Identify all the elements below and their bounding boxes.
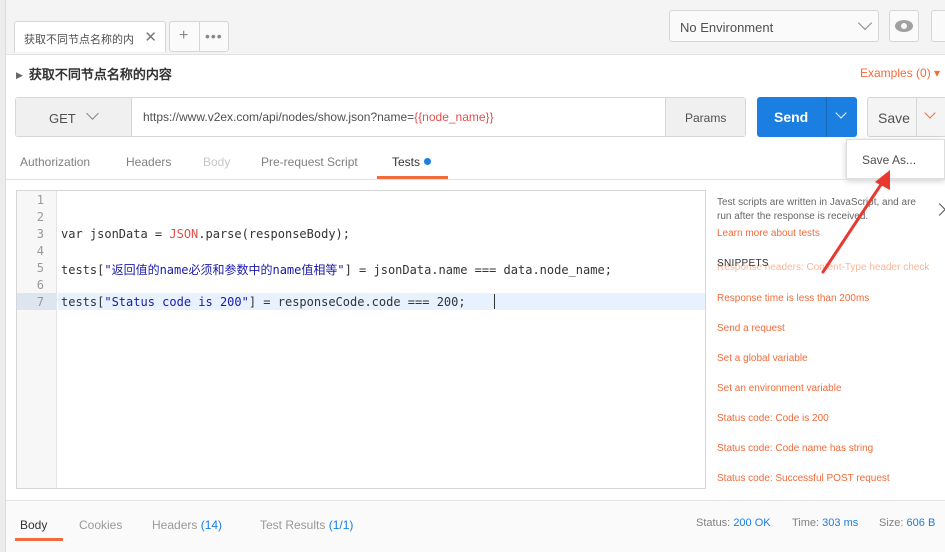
url-bar: GET https://www.v2ex.com/api/nodes/show.… <box>15 97 746 137</box>
tab-response-body[interactable]: Body <box>20 518 47 532</box>
code-text: .parse(responseBody); <box>198 227 350 241</box>
code-string: "返回值的name必须和参数中的name值相等" <box>104 263 345 277</box>
response-bar: Body Cookies Headers (14) Test Results (… <box>6 500 945 552</box>
line-number: 4 <box>36 244 44 258</box>
close-icon[interactable]: ✕ <box>144 28 157 46</box>
code-text: tests[ <box>61 263 105 277</box>
divider <box>6 179 945 180</box>
tab-test-results[interactable]: Test Results (1/1) <box>260 518 353 532</box>
divider <box>916 98 917 136</box>
snippet-item[interactable]: Set an environment variable <box>717 383 842 394</box>
request-tabs: Authorization Headers Body Pre-request S… <box>6 146 806 180</box>
manage-environments-button[interactable] <box>931 10 945 42</box>
code-string: "Status code is 200" <box>104 295 249 309</box>
save-as-menu-item[interactable]: Save As... <box>862 153 916 167</box>
params-label: Params <box>685 111 727 125</box>
status-readout: Status: 200 OK <box>696 517 771 529</box>
tests-code-editor[interactable]: 1 2 3 4 5 6 7 var jsonData = JSON.parse(… <box>16 190 706 489</box>
divider <box>199 22 200 51</box>
save-label: Save <box>878 110 910 126</box>
snippet-item[interactable]: Set a global variable <box>717 353 808 364</box>
request-name: 获取不同节点名称的内容 <box>28 67 172 82</box>
code-text: tests[ <box>61 295 105 309</box>
tab-label: Test Results <box>260 518 326 532</box>
snippet-item[interactable]: Status code: Successful POST request <box>717 473 890 484</box>
tab-tests-label: Tests <box>392 155 421 169</box>
learn-more-link[interactable]: Learn more about tests <box>717 228 820 239</box>
status-label: Status: <box>696 517 731 529</box>
active-tab-indicator <box>15 538 63 541</box>
chevron-down-icon <box>86 107 99 120</box>
send-label: Send <box>774 109 809 125</box>
divider <box>826 97 827 137</box>
request-title[interactable]: ▶ 获取不同节点名称的内容 <box>16 64 172 83</box>
tab-response-cookies[interactable]: Cookies <box>79 518 122 532</box>
examples-label: Examples (0) <box>860 66 931 80</box>
line-number: 7 <box>36 295 44 309</box>
eye-icon <box>895 20 913 32</box>
tab-label: Headers <box>152 518 198 532</box>
caret-down-icon: ▾ <box>934 66 941 80</box>
tab-response-headers[interactable]: Headers (14) <box>152 518 222 532</box>
tab-authorization[interactable]: Authorization <box>20 155 90 169</box>
annotation-arrow-icon <box>821 170 890 274</box>
code-text: var jsonData = <box>61 227 170 241</box>
snippet-item[interactable]: Status code: Code is 200 <box>717 413 829 424</box>
line-number: 5 <box>36 261 44 275</box>
sidebar-edge <box>0 0 6 552</box>
tab-body[interactable]: Body <box>203 155 230 169</box>
tab-pre-request-script[interactable]: Pre-request Script <box>261 155 358 169</box>
save-button[interactable]: Save <box>867 97 945 137</box>
code-text: ] = responseCode.code === 200; <box>248 295 466 309</box>
method-select[interactable]: GET <box>16 98 132 136</box>
size-value: 606 B <box>906 517 936 529</box>
line-number: 1 <box>36 193 44 207</box>
environment-quick-look-button[interactable] <box>889 10 919 42</box>
url-text: https://www.v2ex.com/api/nodes/show.json… <box>143 110 415 124</box>
line-number: 3 <box>36 227 44 241</box>
request-tab[interactable]: 获取不同节点名称的内 ✕ <box>14 21 166 52</box>
caret-right-icon[interactable]: ▶ <box>16 70 23 81</box>
tests-indicator-dot <box>424 158 432 165</box>
line-number: 6 <box>36 278 44 292</box>
snippet-item[interactable]: Send a request <box>717 323 785 334</box>
time-readout: Time: 303 ms <box>792 517 858 529</box>
send-button[interactable]: Send <box>757 97 857 137</box>
tab-tests[interactable]: Tests <box>392 155 432 169</box>
examples-dropdown[interactable]: Examples (0) ▾ <box>860 66 940 80</box>
more-icon[interactable]: ••• <box>205 28 223 44</box>
chevron-down-icon <box>857 15 873 31</box>
code-line-7: tests["Status code is 200"] = responseCo… <box>61 295 466 309</box>
plus-icon[interactable]: + <box>179 27 188 45</box>
code-line-3: var jsonData = JSON.parse(responseBody); <box>61 227 350 241</box>
line-number: 2 <box>36 210 44 224</box>
code-text: ] = jsonData.name === data.node_name; <box>344 263 612 277</box>
time-label: Time: <box>792 517 820 529</box>
time-value: 303 ms <box>822 517 859 529</box>
params-button[interactable]: Params <box>665 98 745 136</box>
chevron-down-icon[interactable] <box>835 107 847 119</box>
tab-count: (1/1) <box>328 518 354 532</box>
snippet-item[interactable]: Response time is less than 200ms <box>717 293 869 304</box>
text-cursor <box>494 294 495 309</box>
url-input[interactable]: https://www.v2ex.com/api/nodes/show.json… <box>143 110 494 124</box>
tab-controls: + ••• <box>169 21 229 52</box>
environment-select-value: No Environment <box>680 20 774 35</box>
tab-count: (14) <box>200 518 223 532</box>
status-value: 200 OK <box>733 517 771 529</box>
snippets-heading: SNIPPETS <box>717 258 769 269</box>
request-tab-label: 获取不同节点名称的内 <box>24 34 134 46</box>
size-label: Size: <box>879 517 904 529</box>
url-variable: {{node_name}} <box>414 110 494 124</box>
environment-select[interactable]: No Environment <box>669 10 879 42</box>
tab-headers[interactable]: Headers <box>126 155 171 169</box>
chevron-down-icon[interactable] <box>924 107 936 119</box>
snippet-item[interactable]: Status code: Code name has string <box>717 443 873 454</box>
size-readout: Size: 606 B <box>879 517 935 529</box>
method-value: GET <box>49 111 76 126</box>
code-object: JSON <box>169 227 199 241</box>
code-line-5: tests["返回值的name必须和参数中的name值相等"] = jsonDa… <box>61 261 612 278</box>
